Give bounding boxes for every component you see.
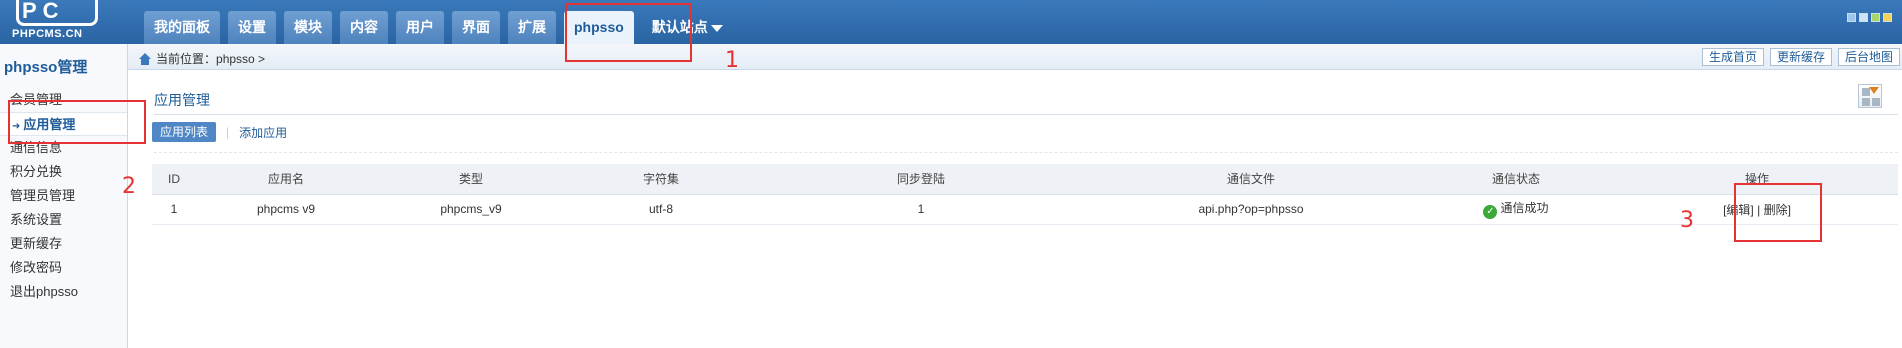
cell-name: phpcms v9 [196, 194, 376, 225]
breadcrumb-bar: 当前位置： phpsso > 生成首页 更新缓存 后台地图 [128, 44, 1902, 70]
nav-tab-extensions[interactable]: 扩展 [508, 11, 556, 44]
nav-tab-settings[interactable]: 设置 [228, 11, 276, 44]
column-header-sync-login: 同步登陆 [756, 164, 1086, 195]
column-header-id: ID [152, 164, 196, 195]
table-header-row: ID 应用名 类型 字符集 同步登陆 通信文件 通信状态 操作 [152, 164, 1898, 195]
sidebar-item-system-settings[interactable]: 系统设置 [0, 208, 127, 232]
update-cache-button[interactable]: 更新缓存 [1769, 48, 1832, 66]
breadcrumb-prefix: 当前位置： [156, 52, 217, 66]
phpcms-logo[interactable]: PC PHPCMS.CN [6, 0, 106, 44]
logo-text: PHPCMS.CN [12, 28, 83, 40]
tab-application-list[interactable]: 应用列表 [152, 122, 217, 142]
sidebar-item-credit-exchange[interactable]: 积分兑换 [0, 160, 127, 184]
sidebar-item-logout[interactable]: 退出phpsso [0, 280, 127, 304]
window-controls [1847, 13, 1892, 22]
annotation-box-3 [1734, 183, 1822, 242]
sub-navigation: 应用列表 | 添加应用 [152, 122, 287, 142]
annotation-number-3: 3 [1680, 208, 1694, 233]
breadcrumb: 当前位置： phpsso > [138, 50, 265, 67]
admin-map-button[interactable]: 后台地图 [1837, 48, 1900, 66]
chevron-down-icon [710, 24, 723, 32]
sidebar-item-update-cache[interactable]: 更新缓存 [0, 232, 127, 256]
check-circle-icon: ✓ [1483, 205, 1498, 219]
breadcrumb-path[interactable]: phpsso > [216, 52, 265, 66]
home-icon [138, 52, 152, 65]
nav-tab-interface[interactable]: 界面 [452, 11, 500, 44]
column-header-comm-status: 通信状态 [1416, 164, 1616, 195]
theme-green-icon[interactable] [1871, 13, 1880, 22]
subnav-separator: | [226, 125, 230, 139]
quick-actions: 生成首页 更新缓存 后台地图 [1701, 48, 1900, 66]
minimize-icon[interactable] [1847, 13, 1856, 22]
page-title: 应用管理 [154, 92, 210, 108]
sidebar-item-change-password[interactable]: 修改密码 [0, 256, 127, 280]
cell-sync: 1 [756, 194, 1086, 225]
top-header: PC PHPCMS.CN 我的面板 设置 模块 内容 用户 界面 扩展 phps… [0, 0, 1902, 44]
grid-cell [1862, 98, 1870, 106]
cell-id: 1 [152, 194, 196, 225]
column-header-type: 类型 [376, 164, 566, 195]
logo-letters: PC [22, 0, 65, 23]
sidebar: phpsso管理 会员管理 ➜ 应用管理 通信信息 积分兑换 管理员管理 系统设置… [0, 44, 128, 348]
divider [154, 114, 1898, 115]
cell-charset: utf-8 [566, 194, 756, 225]
main-content: 应用管理 应用列表 | 添加应用 ID 应用名 类型 字符集 同步登陆 通信文件… [140, 70, 1902, 348]
generate-homepage-button[interactable]: 生成首页 [1701, 48, 1764, 66]
nav-tab-panel[interactable]: 我的面板 [144, 11, 220, 44]
arrow-down-icon [1869, 87, 1879, 94]
column-header-name: 应用名 [196, 164, 376, 195]
restore-icon[interactable] [1859, 13, 1868, 22]
annotation-box-2 [8, 100, 146, 144]
nav-tab-users[interactable]: 用户 [396, 11, 444, 44]
cell-status: ✓ 通信成功 [1416, 194, 1616, 225]
column-header-comm-file: 通信文件 [1086, 164, 1416, 195]
panel-toggle-icon[interactable] [1858, 84, 1882, 108]
table-row: 1 phpcms v9 phpcms_v9 utf-8 1 api.php?op… [152, 194, 1898, 225]
divider [154, 152, 1898, 153]
status-text: 通信成功 [1500, 201, 1549, 215]
theme-yellow-icon[interactable] [1883, 13, 1892, 22]
add-application-link[interactable]: 添加应用 [239, 124, 287, 141]
annotation-number-2: 2 [122, 174, 136, 199]
grid-cell [1872, 98, 1880, 106]
nav-tab-content[interactable]: 内容 [340, 11, 388, 44]
sidebar-title: phpsso管理 [4, 59, 88, 76]
annotation-box-1 [565, 3, 692, 62]
nav-tab-modules[interactable]: 模块 [284, 11, 332, 44]
cell-comm-file: api.php?op=phpsso [1086, 194, 1416, 225]
applications-table: ID 应用名 类型 字符集 同步登陆 通信文件 通信状态 操作 1 phpcms… [152, 164, 1898, 225]
sidebar-item-admins[interactable]: 管理员管理 [0, 184, 127, 208]
cell-type: phpcms_v9 [376, 194, 566, 225]
annotation-number-1: 1 [725, 48, 739, 73]
column-header-charset: 字符集 [566, 164, 756, 195]
